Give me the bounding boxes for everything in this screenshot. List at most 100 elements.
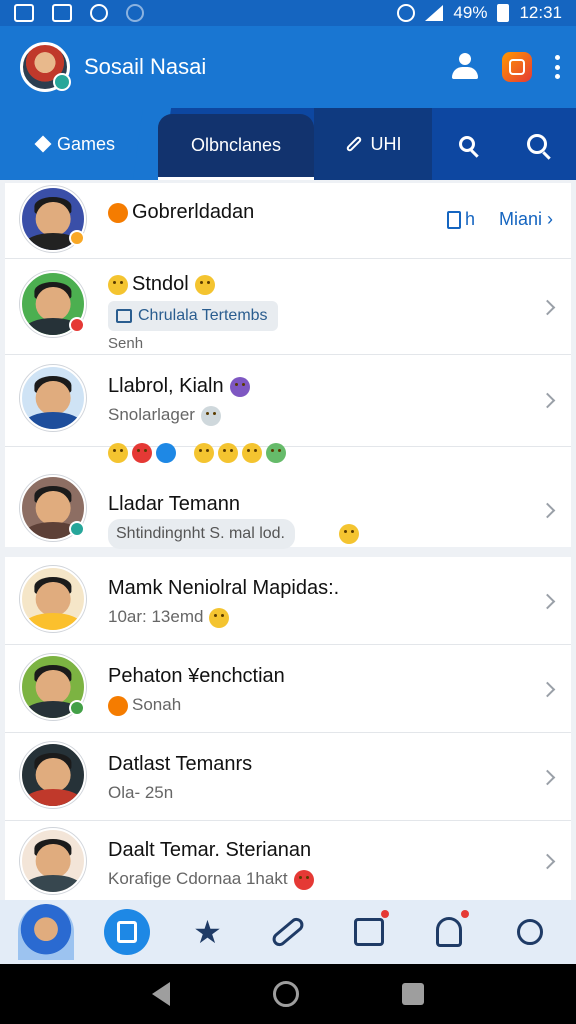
emoji-icon <box>242 443 262 463</box>
list-item[interactable]: Mamk Neniolral Mapidas:. 10ar: 13emd <box>5 557 571 645</box>
list-item[interactable]: Datlast Temanrs Ola- 25n <box>5 733 571 821</box>
tab-label: Games <box>56 133 116 154</box>
diamond-icon <box>34 135 52 153</box>
chevron-right-icon <box>539 593 556 610</box>
list-item[interactable]: Daalt Temar. Sterianan Korafige Cdornaa … <box>5 821 571 900</box>
message-preview: Ola- 25n <box>108 783 174 802</box>
sync-icon <box>90 4 108 22</box>
nav-contacts[interactable] <box>421 904 477 960</box>
nav-calendar[interactable] <box>341 904 397 960</box>
instagram-icon[interactable] <box>502 52 532 82</box>
more-icon[interactable] <box>554 55 560 79</box>
calendar-icon <box>353 918 384 946</box>
app-title: Sosail Nasai <box>84 54 207 79</box>
profile-avatar[interactable] <box>20 42 71 92</box>
contact-name: Mamk Neniolral Mapidas:. <box>108 577 340 599</box>
status-badge <box>69 700 85 716</box>
status-badge <box>69 230 85 246</box>
nav-favorites[interactable]: ★ <box>179 904 235 960</box>
document-icon <box>446 210 461 229</box>
reaction-row <box>108 443 286 463</box>
emoji-icon <box>194 443 214 463</box>
list-item[interactable]: Stndol Chrulala Tertembs Senh <box>5 259 571 355</box>
avatar <box>20 365 86 431</box>
document-label: h <box>464 209 475 229</box>
tab-uhi[interactable]: UHI <box>314 108 432 180</box>
tab-label: UHI <box>370 133 402 154</box>
list-item[interactable]: Pehaton ¥enchctian Sonah <box>5 645 571 733</box>
chevron-right-icon <box>539 681 556 698</box>
nav-edit[interactable] <box>260 904 316 960</box>
document-button[interactable]: h <box>446 209 475 230</box>
star-icon: ★ <box>193 914 222 950</box>
system-navigation <box>0 964 576 1024</box>
nav-settings[interactable] <box>502 904 558 960</box>
back-icon[interactable] <box>151 982 170 1006</box>
tab-games[interactable]: Games <box>0 108 152 180</box>
status-bar: 49% 12:31 <box>0 0 576 26</box>
more-link[interactable]: Miani › <box>499 209 553 230</box>
settings-icon <box>516 919 543 945</box>
tab-bar: Games Olbnclanes UHI <box>0 108 576 180</box>
tab-search[interactable] <box>502 108 572 180</box>
conversation-list-secondary: Mamk Neniolral Mapidas:. 10ar: 13emd Peh… <box>5 557 571 900</box>
tab-olbnclanes[interactable]: Olbnclanes <box>158 114 314 180</box>
contact-name: Lladar Temann <box>108 493 240 515</box>
notification-icon <box>126 4 144 22</box>
fire-icon <box>108 202 128 223</box>
contact-name: Pehaton ¥enchctian <box>108 665 285 687</box>
emoji-icon <box>293 869 314 890</box>
battery-percent: 49% <box>453 3 488 22</box>
message-preview: 10ar: 13emd <box>108 607 204 626</box>
contact-name: Llabrol, Kialn <box>108 375 224 397</box>
message-preview: Sonah <box>132 695 182 714</box>
recents-icon[interactable] <box>402 983 425 1005</box>
emoji-icon <box>108 443 128 463</box>
avatar <box>20 566 86 632</box>
person-icon[interactable] <box>450 53 480 81</box>
avatar <box>20 742 86 808</box>
emoji-icon <box>339 524 359 544</box>
search-add-icon <box>459 136 475 152</box>
emoji-icon <box>218 443 238 463</box>
home-button-icon[interactable] <box>272 981 299 1007</box>
battery-icon <box>497 4 510 22</box>
avatar <box>20 828 86 894</box>
emoji-icon <box>194 274 215 295</box>
home-icon <box>103 909 150 955</box>
emoji-icon <box>200 405 221 426</box>
contact-name: Gobrerldadan <box>132 201 255 223</box>
list-item[interactable]: Lladar Temann Shtindingnht S. mal lod. <box>5 443 571 549</box>
list-item[interactable]: Gobrerldadan h Miani › <box>5 183 571 259</box>
online-badge <box>53 73 71 91</box>
emoji-icon <box>108 274 128 295</box>
wifi-icon <box>397 4 416 22</box>
signal-icon <box>425 5 444 21</box>
message-preview: Korafige Cdornaa 1hakt <box>108 869 288 888</box>
emoji-icon <box>229 376 250 397</box>
bird-icon <box>156 443 176 463</box>
app-bar: Sosail Nasai <box>0 26 576 108</box>
status-time: 12:31 <box>519 3 562 22</box>
chevron-right-icon <box>539 392 556 409</box>
list-item[interactable]: Llabrol, Kialn Snolarlager <box>5 355 571 447</box>
chevron-right-icon <box>539 502 556 519</box>
chevron-right-icon <box>539 299 556 316</box>
message-preview: Chrulala Tertembs <box>108 301 278 331</box>
tab-label: Olbnclanes <box>190 135 282 155</box>
contact-name: Daalt Temar. Sterianan <box>108 839 312 861</box>
notification-dot <box>380 910 389 918</box>
emoji-icon <box>132 443 152 463</box>
chevron-right-icon <box>539 769 556 786</box>
fire-icon <box>108 695 128 716</box>
pen-icon <box>345 135 362 153</box>
message-meta: Senh <box>108 335 144 352</box>
search-icon <box>527 134 547 154</box>
nav-home[interactable] <box>99 904 155 960</box>
tab-search-add[interactable] <box>432 108 502 180</box>
nav-profile[interactable] <box>18 904 75 960</box>
person-icon <box>436 917 463 947</box>
message-preview: Shtindingnht S. mal lod. <box>108 519 295 549</box>
photo-icon <box>14 4 34 22</box>
notification-dot <box>461 910 470 918</box>
